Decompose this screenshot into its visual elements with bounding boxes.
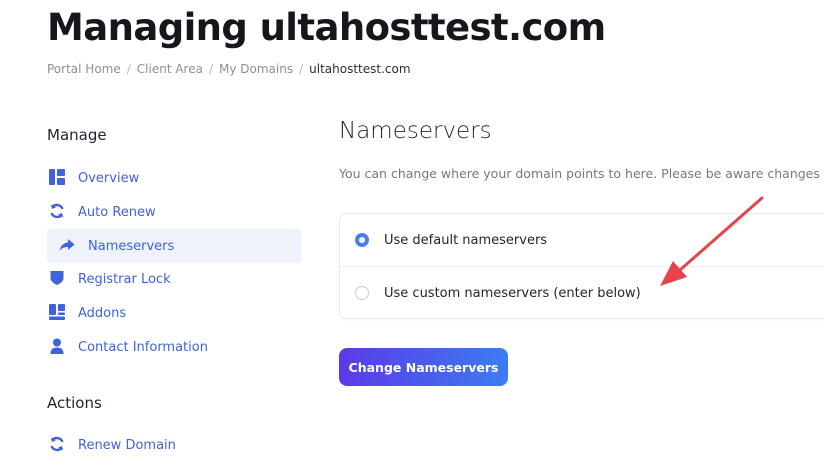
- sync-icon: [49, 203, 67, 221]
- breadcrumb-client-area[interactable]: Client Area: [137, 62, 203, 76]
- sidebar-item-label: Addons: [78, 305, 127, 321]
- manage-heading: Manage: [47, 126, 107, 144]
- sidebar-item-label: Nameservers: [88, 238, 175, 254]
- section-description: You can change where your domain points …: [339, 166, 820, 181]
- change-nameservers-button[interactable]: Change Nameservers: [339, 348, 508, 386]
- option-label: Use custom nameservers (enter below): [384, 285, 641, 301]
- page-title: Managing ultahosttest.com: [47, 6, 606, 49]
- sidebar-item-label: Auto Renew: [78, 204, 156, 220]
- breadcrumb-separator: /: [126, 62, 131, 76]
- breadcrumb-separator: /: [299, 62, 304, 76]
- option-label: Use default nameservers: [384, 232, 548, 248]
- sidebar-item-label: Registrar Lock: [78, 271, 171, 287]
- section-title: Nameservers: [339, 118, 492, 144]
- breadcrumb-separator: /: [208, 62, 213, 76]
- breadcrumb: Portal Home / Client Area / My Domains / ultah…: [47, 62, 411, 76]
- sidebar-item-label: Contact Information: [78, 339, 208, 355]
- sidebar-item-registrar-lock[interactable]: Registrar Lock: [47, 262, 301, 296]
- sidebar-item-auto-renew[interactable]: Auto Renew: [47, 195, 301, 229]
- cubes-icon: [49, 304, 67, 322]
- breadcrumb-current: ultahosttest.com: [309, 62, 411, 76]
- sidebar-item-renew-domain[interactable]: Renew Domain: [47, 428, 301, 462]
- sidebar: Manage Overview Auto Renew Nameservers R…: [47, 126, 301, 453]
- sidebar-item-nameservers[interactable]: Nameservers: [47, 229, 301, 263]
- main-content: Nameservers You can change where your do…: [339, 118, 820, 181]
- actions-heading: Actions: [47, 394, 102, 412]
- dashboard-icon: [49, 169, 67, 187]
- breadcrumb-my-domains[interactable]: My Domains: [219, 62, 293, 76]
- sidebar-item-label: Overview: [78, 170, 140, 186]
- user-icon: [49, 338, 67, 356]
- sidebar-item-contact-information[interactable]: Contact Information: [47, 330, 301, 364]
- breadcrumb-portal-home[interactable]: Portal Home: [47, 62, 121, 76]
- sidebar-item-addons[interactable]: Addons: [47, 296, 301, 330]
- shield-icon: [49, 270, 67, 288]
- sync-icon: [49, 436, 67, 454]
- sidebar-item-label: Renew Domain: [78, 437, 176, 453]
- custom-nameservers-radio[interactable]: [355, 286, 369, 300]
- sidebar-item-overview[interactable]: Overview: [47, 161, 301, 195]
- share-arrow-icon: [59, 237, 77, 255]
- annotation-arrow-icon: [660, 196, 764, 286]
- default-nameservers-radio[interactable]: [355, 233, 369, 247]
